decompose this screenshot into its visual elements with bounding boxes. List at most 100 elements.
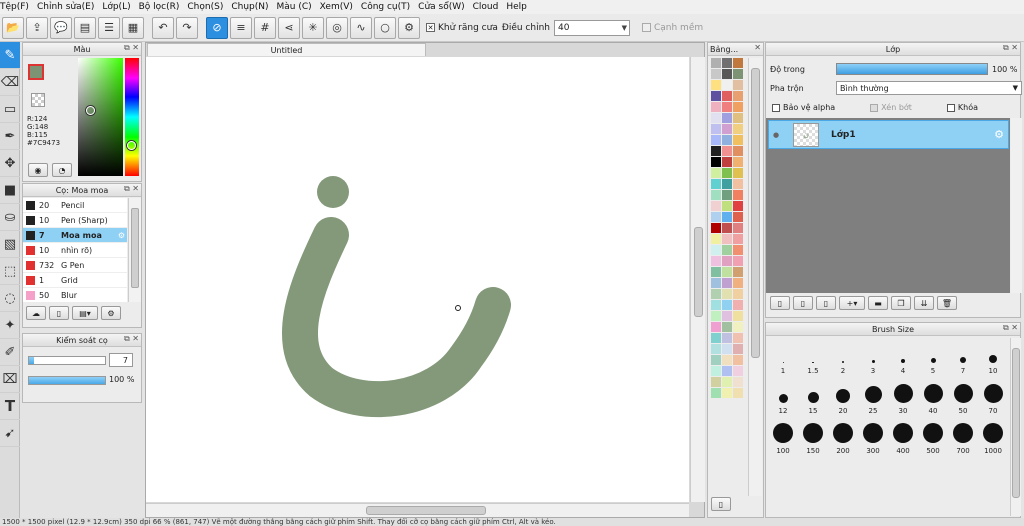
menu-item[interactable]: Chọn(S) (187, 2, 231, 12)
layer-opacity-slider[interactable] (836, 63, 988, 75)
export-button[interactable]: ⇪ (26, 16, 48, 39)
new-8bit-layer-button[interactable]: ▯ (816, 296, 836, 310)
palette-swatch[interactable] (733, 124, 743, 134)
palette-swatch[interactable] (722, 179, 732, 189)
palette-swatch[interactable] (711, 234, 721, 244)
palette-swatch[interactable] (722, 234, 732, 244)
brush-size-option[interactable]: 700 (948, 418, 978, 458)
brush-size-option[interactable]: 1 (768, 338, 798, 378)
undo-button[interactable]: ↶ (152, 16, 174, 39)
palette-swatch[interactable] (733, 289, 743, 299)
new-layer-menu-button[interactable]: +▾ (839, 296, 865, 310)
brush-size-option[interactable]: 500 (918, 418, 948, 458)
palette-swatch[interactable] (733, 333, 743, 343)
palette-swatch[interactable] (711, 377, 721, 387)
palette-swatch[interactable] (733, 212, 743, 222)
operation-tool[interactable]: ➹ (0, 420, 20, 447)
brush-size-scrollbar[interactable] (1010, 338, 1021, 516)
palette-swatch[interactable] (722, 113, 732, 123)
panel-controls[interactable]: ⧉ ✕ (124, 43, 139, 53)
menu-item[interactable]: Chụp(N) (231, 2, 276, 12)
brush-size-slider[interactable] (28, 356, 106, 365)
menu-item[interactable]: Chỉnh sửa(E) (37, 2, 102, 12)
redo-button[interactable]: ↷ (176, 16, 198, 39)
smooth-edge-checkbox[interactable] (641, 23, 651, 32)
palette-swatch[interactable] (711, 58, 721, 68)
brush-size-option[interactable]: 3 (858, 338, 888, 378)
panel-controls[interactable]: ⧉ ✕ (124, 334, 139, 344)
menu-item[interactable]: Bộ lọc(R) (139, 2, 188, 12)
delete-layer-button[interactable]: 🗑 (937, 296, 957, 310)
palette-swatch[interactable] (722, 267, 732, 277)
palette-swatch[interactable] (711, 201, 721, 211)
brush-size-option[interactable]: 50 (948, 378, 978, 418)
brush-item[interactable]: 10 Pen (Sharp) (23, 213, 127, 228)
palette-swatch[interactable] (711, 179, 721, 189)
snap-settings-button[interactable]: ⚙ (398, 16, 420, 39)
brush-size-option[interactable]: 1.5 (798, 338, 828, 378)
brush-size-option[interactable]: 40 (918, 378, 948, 418)
move-tool[interactable]: ✥ (0, 150, 20, 177)
foreground-color-swatch[interactable] (28, 64, 44, 80)
palette-swatch[interactable] (722, 80, 732, 90)
gear-icon[interactable]: ⚙ (118, 231, 125, 240)
brush-size-option[interactable]: 5 (918, 338, 948, 378)
palette-swatch[interactable] (733, 322, 743, 332)
scroll-thumb[interactable] (1012, 348, 1020, 498)
saturation-value-picker[interactable] (78, 58, 123, 176)
menu-item[interactable]: Lớp(L) (102, 2, 138, 12)
palette-swatch[interactable] (711, 245, 721, 255)
palette-swatch[interactable] (733, 91, 743, 101)
palette-swatch[interactable] (733, 58, 743, 68)
merge-layer-button[interactable]: ⇊ (914, 296, 934, 310)
concentric-snap-button[interactable]: ◎ (326, 16, 348, 39)
palette-swatch[interactable] (722, 212, 732, 222)
brush-item[interactable]: 7 Moa moa ⚙ (23, 228, 127, 243)
palette-swatch[interactable] (711, 322, 721, 332)
select-eraser-tool[interactable]: ⌧ (0, 366, 20, 393)
palette-swatch[interactable] (722, 333, 732, 343)
crosshatch-snap-button[interactable]: # (254, 16, 276, 39)
palette-swatch[interactable] (722, 256, 732, 266)
palette-swatch[interactable] (722, 311, 732, 321)
color-history-button[interactable]: ◔ (52, 163, 72, 177)
palette-swatch[interactable] (722, 377, 732, 387)
palette-swatch[interactable] (711, 300, 721, 310)
palette-new-button[interactable]: ▯ (711, 497, 731, 511)
brush-size-option[interactable]: 10 (978, 338, 1008, 378)
panel-controls[interactable]: ⧉ ✕ (124, 184, 139, 194)
palette-swatch[interactable] (733, 344, 743, 354)
menu-item[interactable]: Màu (C) (277, 2, 320, 12)
brush-item[interactable]: 10 nhìn rõ) (23, 243, 127, 258)
palette-swatch[interactable] (711, 223, 721, 233)
radial-snap-button[interactable]: ✳ (302, 16, 324, 39)
palette-swatch[interactable] (711, 366, 721, 376)
color-wheel-button[interactable]: ◉ (28, 163, 48, 177)
palette-swatch[interactable] (711, 69, 721, 79)
palette-swatch[interactable] (733, 245, 743, 255)
new-halftone-layer-button[interactable]: ▯ (793, 296, 813, 310)
brush-item[interactable]: 1 Grid (23, 273, 127, 288)
palette-swatch[interactable] (711, 190, 721, 200)
clipping-checkbox[interactable]: Xén bớt (870, 103, 912, 112)
menu-item[interactable]: Xem(V) (320, 2, 361, 12)
brush-opacity-slider[interactable] (28, 376, 106, 385)
menu-item[interactable]: Tệp(F) (0, 2, 37, 12)
palette-swatch[interactable] (722, 278, 732, 288)
canvas-horizontal-scrollbar[interactable] (146, 503, 689, 517)
duplicate-layer-button[interactable]: ❐ (891, 296, 911, 310)
palette-swatch[interactable] (733, 190, 743, 200)
palette-swatch[interactable] (722, 388, 732, 398)
menu-item[interactable]: Help (506, 2, 535, 12)
brush-size-option[interactable]: 25 (858, 378, 888, 418)
menu-item[interactable]: Cloud (473, 2, 507, 12)
palette-swatch[interactable] (733, 146, 743, 156)
transparent-color-swatch[interactable] (31, 93, 45, 107)
hue-slider[interactable] (125, 58, 139, 176)
scroll-thumb[interactable] (131, 208, 139, 288)
palette-swatch[interactable] (711, 333, 721, 343)
brush-settings-button[interactable]: ⚙ (101, 306, 121, 320)
layer-list-button[interactable]: ☰ (98, 16, 120, 39)
hue-handle[interactable] (127, 141, 136, 150)
palette-swatch[interactable] (722, 58, 732, 68)
